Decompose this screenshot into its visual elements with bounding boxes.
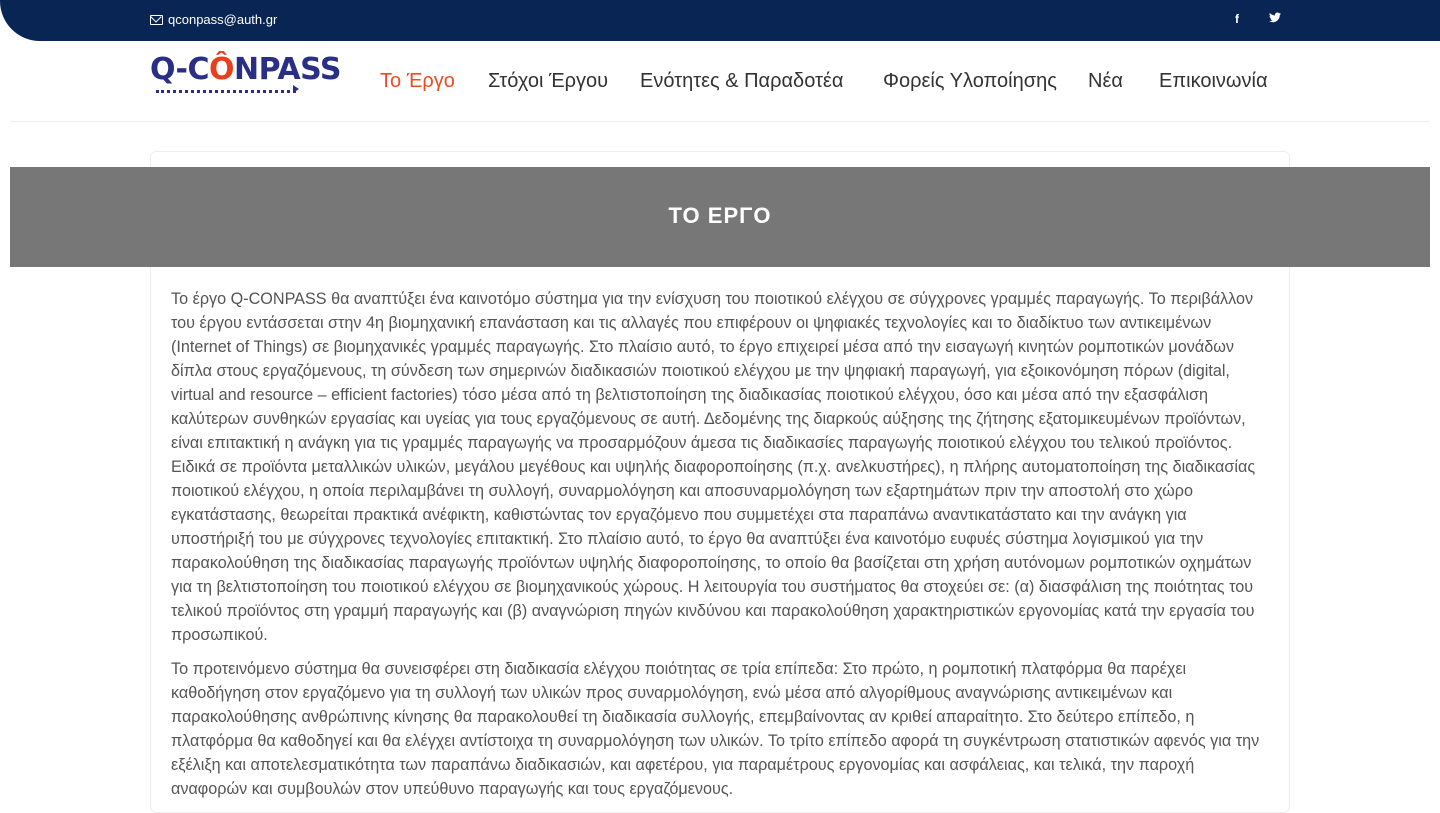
page-title: ΤΟ ΕΡΓΟ — [668, 203, 772, 228]
twitter-bird-icon — [1269, 12, 1281, 23]
main-nav: Το Έργο Στόχοι Έργου Ενότητες & Παραδοτέ… — [10, 68, 1430, 94]
nav-item-goals[interactable]: Στόχοι Έργου — [488, 68, 608, 94]
contact-email-text[interactable]: qconpass@auth.gr — [168, 11, 277, 29]
page-banner: ΤΟ ΕΡΓΟ — [10, 167, 1430, 267]
envelope-icon — [150, 15, 163, 25]
nav-item-contact[interactable]: Επικοινωνία — [1159, 68, 1268, 94]
contact-email[interactable]: qconpass@auth.gr — [150, 11, 277, 29]
twitter-icon[interactable] — [1269, 11, 1281, 27]
facebook-icon[interactable]: f — [1235, 11, 1239, 27]
paragraph-intro: Το έργο Q-CONPASS θα αναπτύξει ένα καινο… — [171, 290, 1256, 644]
top-bar: qconpass@auth.gr f — [0, 0, 1440, 41]
site-header: Q-CÔNPASS Το Έργο Στόχοι Έργου Ενότητες … — [10, 41, 1430, 122]
nav-item-news[interactable]: Νέα — [1088, 68, 1123, 94]
paragraph-system: Το προτεινόμενο σύστημα θα συνεισφέρει σ… — [171, 660, 1260, 798]
nav-item-project[interactable]: Το Έργο — [380, 68, 455, 94]
article-body: Το έργο Q-CONPASS θα αναπτύξει ένα καινο… — [171, 287, 1271, 811]
nav-item-partners[interactable]: Φορείς Υλοποίησης — [883, 68, 1057, 94]
nav-item-work-packages[interactable]: Ενότητες & Παραδοτέα — [640, 68, 843, 94]
